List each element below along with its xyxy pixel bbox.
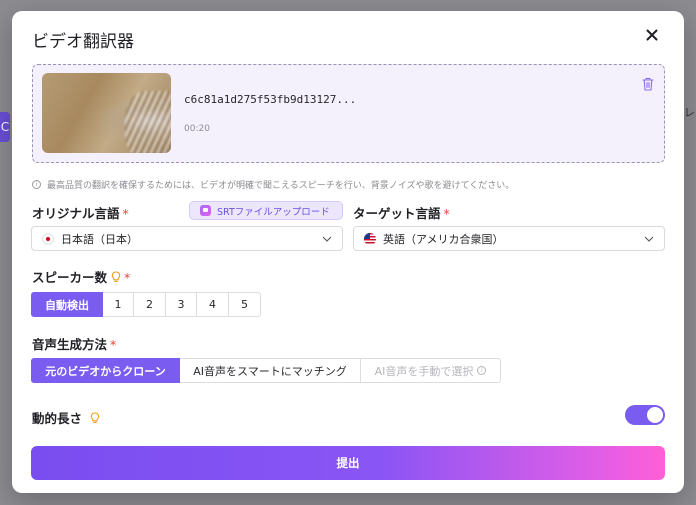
close-icon[interactable]	[644, 27, 660, 43]
original-language-select[interactable]: 日本語（日本）	[31, 226, 343, 251]
quality-hint: i 最高品質の翻訳を確保するためには、ビデオが明確で聞こえるスピーチを行い、背景…	[32, 178, 514, 191]
required-mark: *	[110, 337, 117, 352]
video-file-name: c6c81a1d275f53fb9d13127...	[184, 93, 357, 106]
video-duration: 00:20	[184, 124, 210, 134]
voice-option-smart-match[interactable]: AI音声をスマートにマッチング	[180, 358, 361, 383]
lightbulb-icon	[90, 412, 100, 423]
speaker-count-label: スピーカー数 *	[32, 270, 131, 285]
submit-button[interactable]: 提出	[31, 446, 665, 480]
speaker-count-selector: 自動検出 1 2 3 4 5	[31, 292, 261, 317]
required-mark: *	[443, 206, 450, 221]
video-thumbnail	[42, 73, 171, 153]
toggle-knob	[647, 407, 663, 423]
japan-flag-icon	[42, 232, 54, 245]
lightbulb-icon	[111, 271, 121, 282]
trash-icon[interactable]	[642, 77, 654, 91]
info-icon: i	[477, 366, 487, 375]
required-mark: *	[122, 206, 129, 221]
video-translator-dialog: ビデオ翻訳器 c6c81a1d275f53fb9d13127... 00:20 …	[12, 11, 684, 493]
voice-method-selector: 元のビデオからクローン AI音声をスマートにマッチング AI音声を手動で選択 i	[31, 358, 501, 383]
srt-file-icon	[200, 205, 211, 216]
required-mark: *	[124, 270, 131, 285]
dynamic-length-label: 動的長さ	[32, 408, 100, 427]
target-language-select[interactable]: 英語（アメリカ合衆国）	[353, 226, 665, 251]
srt-upload-button[interactable]: SRTファイルアップロード	[189, 201, 343, 220]
speaker-option-5[interactable]: 5	[229, 292, 261, 317]
chevron-down-icon	[644, 236, 654, 242]
background-app-text: レ	[684, 106, 695, 119]
voice-method-label: 音声生成方法 *	[32, 337, 117, 352]
speaker-option-2[interactable]: 2	[134, 292, 166, 317]
background-app-button: C	[0, 112, 10, 142]
dynamic-length-toggle[interactable]	[625, 405, 665, 425]
speaker-option-3[interactable]: 3	[166, 292, 197, 317]
speaker-option-auto[interactable]: 自動検出	[31, 292, 103, 317]
speaker-option-1[interactable]: 1	[103, 292, 134, 317]
voice-option-clone[interactable]: 元のビデオからクローン	[31, 358, 180, 383]
quality-hint-text: 最高品質の翻訳を確保するためには、ビデオが明確で聞こえるスピーチを行い、背景ノイ…	[47, 181, 515, 191]
chevron-down-icon	[322, 236, 332, 242]
dialog-title: ビデオ翻訳器	[32, 32, 134, 52]
uploaded-video-card: c6c81a1d275f53fb9d13127... 00:20	[32, 64, 665, 163]
us-flag-icon	[364, 232, 376, 245]
original-language-label: オリジナル言語 *	[32, 206, 129, 221]
voice-option-manual[interactable]: AI音声を手動で選択 i	[361, 358, 501, 383]
info-icon: i	[32, 180, 41, 189]
speaker-option-4[interactable]: 4	[197, 292, 229, 317]
target-language-label: ターゲット言語 *	[353, 206, 450, 221]
